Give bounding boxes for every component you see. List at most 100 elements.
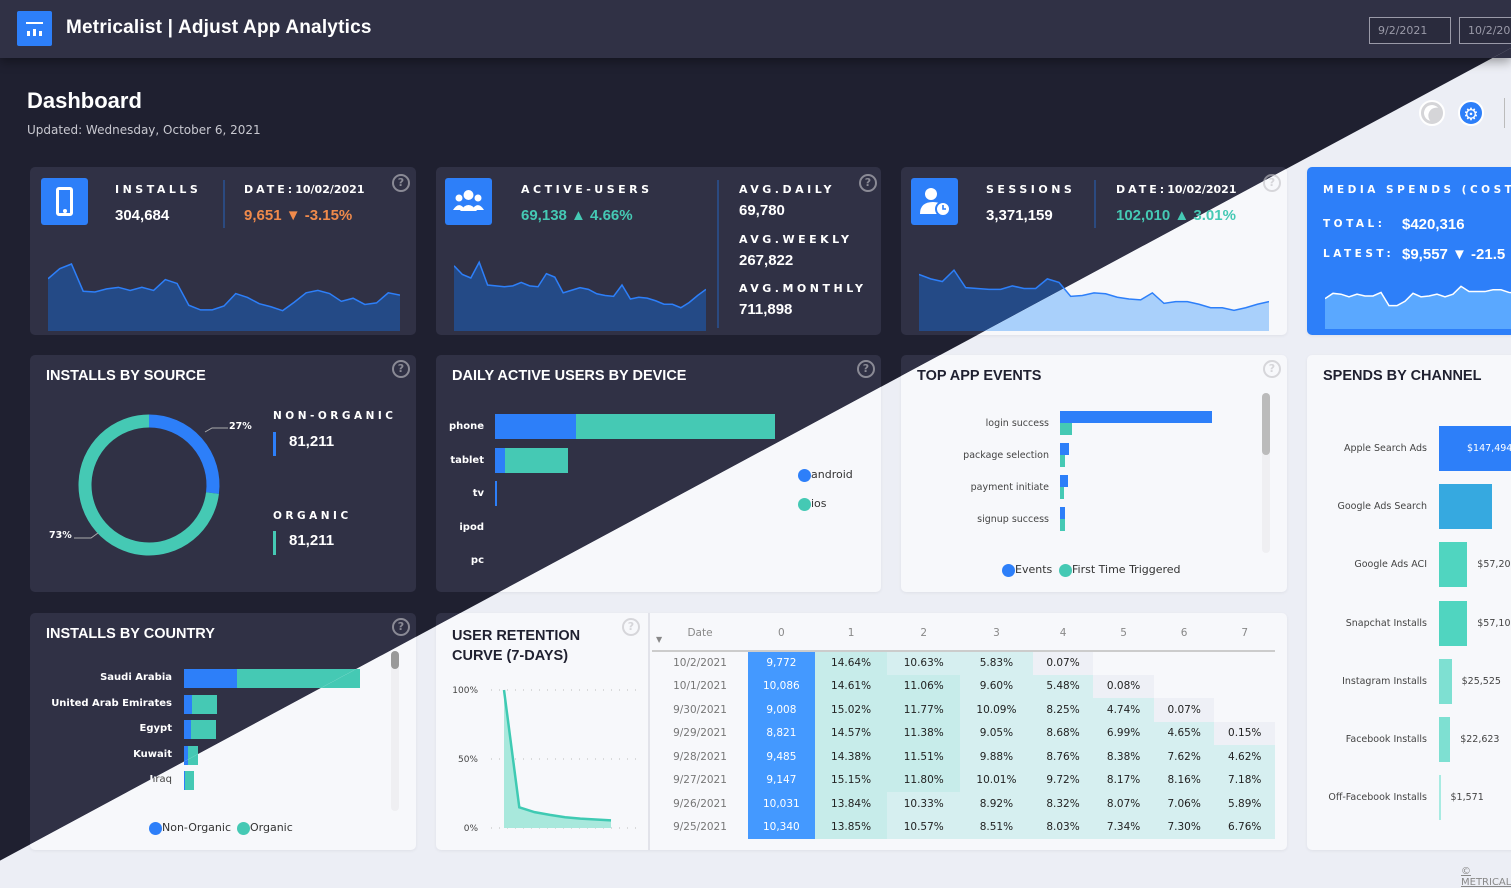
bar-events <box>1060 411 1212 423</box>
column-header-day[interactable]: 3 <box>960 615 1033 652</box>
bar-ios <box>505 447 568 473</box>
sparkline-area <box>48 264 400 331</box>
non-organic-marker <box>273 432 276 456</box>
settings-button[interactable]: ⚙ <box>1458 100 1484 126</box>
bar-events <box>1060 443 1070 455</box>
bar-android <box>495 481 497 506</box>
table-header-row: Date01234567 <box>652 615 1275 652</box>
avg-daily-label: AVG.DAILY <box>739 183 835 196</box>
bar-non-organic <box>184 720 191 739</box>
scrollbar-thumb[interactable] <box>1262 393 1270 455</box>
sparkline-area <box>1325 286 1511 329</box>
column-header-day[interactable]: 2 <box>887 615 961 652</box>
legend-item-events[interactable]: Events <box>1002 563 1052 577</box>
help-icon[interactable]: ? <box>859 174 877 192</box>
legend-item-android[interactable]: android <box>798 468 853 482</box>
device-axis-label: ipod <box>459 521 484 533</box>
divider <box>1094 180 1096 228</box>
non-organic-pct-label: 27% <box>229 421 252 432</box>
table-row: 9/25/202110,34013.85%10.57%8.51%8.03%7.3… <box>652 815 1275 839</box>
device-axis-label: pc <box>470 555 484 566</box>
retention-cell: 9,147 <box>748 768 815 792</box>
retention-cell <box>1214 675 1275 699</box>
event-axis-label: payment initiate <box>970 482 1049 493</box>
non-organic-label: NON-ORGANIC <box>273 410 397 422</box>
retention-cell: 11.38% <box>887 721 961 745</box>
legend-item-first-time-triggered[interactable]: First Time Triggered <box>1059 563 1181 577</box>
spend-data-label: $22,623 <box>1460 734 1500 745</box>
legend-item-ios[interactable]: ios <box>798 497 827 511</box>
retention-cell: 11.51% <box>887 745 961 769</box>
card-title: USER RETENTIONCURVE (7-DAYS) <box>452 628 581 664</box>
row-date-cell: 9/28/2021 <box>673 750 727 763</box>
scrollbar-thumb[interactable] <box>391 651 399 669</box>
retention-cell: 7.34% <box>1093 815 1154 839</box>
column-header-day[interactable]: 7 <box>1214 615 1275 652</box>
column-header-day[interactable]: 6 <box>1153 615 1215 652</box>
bar-spend <box>1439 658 1452 704</box>
spend-data-label: $25,525 <box>1461 675 1501 687</box>
retention-cell: 11.77% <box>887 698 961 722</box>
table-row: 9/30/2021 9,00815.02%11.77%10.09%8.25%4.7… <box>652 698 1275 722</box>
bar-spend <box>1439 775 1441 821</box>
help-icon[interactable]: ? <box>1263 360 1281 378</box>
retention-cell: 0.15% <box>1214 721 1275 745</box>
retention-cell: 7.30% <box>1153 815 1215 839</box>
column-header-day[interactable]: 4 <box>1032 615 1094 652</box>
column-header-date[interactable]: Date <box>652 615 748 652</box>
retention-cell: 13.84% <box>814 792 888 816</box>
retention-cell: 6.76% <box>1214 815 1275 839</box>
column-header-day[interactable]: 0 <box>748 615 815 652</box>
organic-value: 81,211 <box>289 532 335 549</box>
date-to-input[interactable]: 10/2/2021 <box>1459 17 1511 44</box>
help-icon[interactable]: ? <box>392 174 410 192</box>
divider <box>648 613 650 850</box>
retention-cell: 7.18% <box>1214 768 1275 792</box>
retention-cell: 14.61% <box>814 674 888 698</box>
column-header-day[interactable]: 5 <box>1093 615 1154 652</box>
retention-cell: 10.09% <box>960 698 1033 722</box>
retention-cell: 10.01% <box>960 768 1033 792</box>
table-row: 9/26/2021 10,03113.84%10.33%8.92%8.32%8.0… <box>652 792 1275 816</box>
theme-toggle-button[interactable] <box>1419 100 1445 126</box>
bar-android <box>495 414 576 439</box>
channel-axis-label: Google Ads Search <box>1337 501 1428 513</box>
retention-cell: 8.16% <box>1153 768 1215 792</box>
spend-data-label: $147,494 <box>1467 443 1511 454</box>
page-title: Dashboard <box>27 88 142 113</box>
avg-monthly-label: AVG.MONTHLY <box>739 282 867 295</box>
top-app-events-card: TOP APP EVENTS ? login success package se… <box>901 355 1287 592</box>
retention-cell <box>1154 651 1215 675</box>
footer-link[interactable]: © METRICALIST <box>1461 866 1511 888</box>
app-logo-icon <box>17 11 52 46</box>
column-header-day[interactable]: 1 <box>814 615 888 652</box>
avg-weekly-label: AVG.WEEKLY <box>739 233 853 246</box>
help-icon[interactable]: ? <box>392 360 410 378</box>
bar-spend <box>1439 717 1451 762</box>
retention-cell: 6.99% <box>1093 721 1154 745</box>
channel-axis-label: Instagram Installs <box>1342 675 1427 687</box>
help-icon[interactable]: ? <box>622 618 640 636</box>
scrollbar[interactable] <box>1262 393 1270 553</box>
device-axis-label: phone <box>448 421 484 432</box>
scrollbar[interactable] <box>391 651 399 811</box>
spend-data-label: $1,571 <box>1450 792 1484 804</box>
retention-cell: 11.80% <box>887 768 961 792</box>
help-icon[interactable]: ? <box>392 618 410 636</box>
date-from-input[interactable]: 9/2/2021 <box>1369 17 1451 44</box>
legend-item-non-organic[interactable]: Non-Organic <box>149 821 231 835</box>
help-icon[interactable]: ? <box>857 360 875 378</box>
retention-cell: 0.08% <box>1093 674 1154 698</box>
active-users-card: ACTIVE-USERS 69,138 ▲ 4.66% AVG.DAILY 69… <box>436 167 881 335</box>
y-tick-label: 100% <box>452 686 478 696</box>
legend-item-organic[interactable]: Organic <box>237 821 293 835</box>
table-row: 9/29/2021 8,82114.57%11.38%9.05%8.68%6.99… <box>652 721 1275 745</box>
retention-line-chart: 100% 50% 0% <box>452 686 636 834</box>
sessions-label: SESSIONS <box>986 183 1076 196</box>
device-axis-label: tv <box>472 488 484 499</box>
card-title: TOP APP EVENTS <box>917 368 1042 384</box>
installs-by-source-card: INSTALLS BY SOURCE ? 27% 73% NON-ORGANIC… <box>30 355 416 592</box>
retention-cell: 8.92% <box>960 792 1033 816</box>
retention-cell: 14.57% <box>814 721 888 745</box>
retention-cell: 8.25% <box>1032 698 1094 722</box>
